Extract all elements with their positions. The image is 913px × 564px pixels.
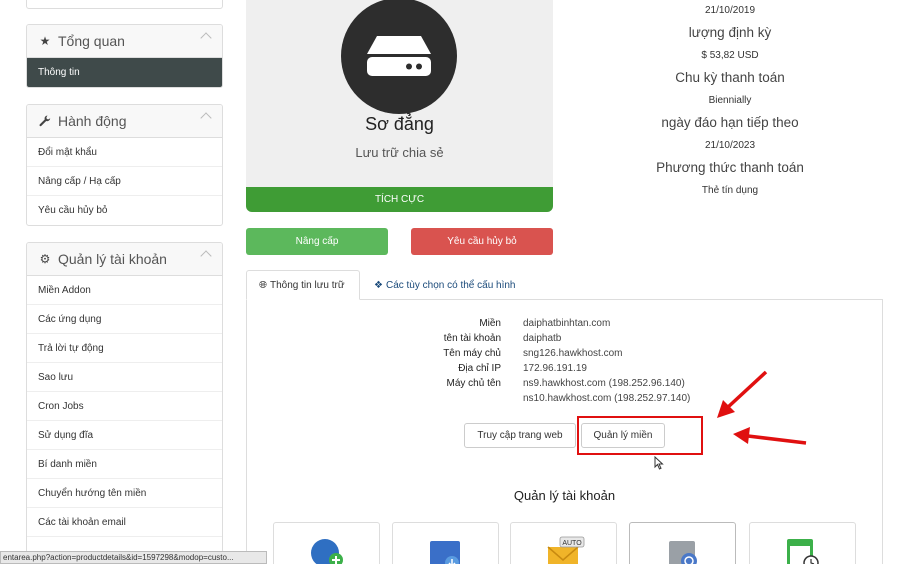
tile-addon-domains[interactable] xyxy=(273,522,380,564)
sidebar-overview-title: Tổng quan xyxy=(58,33,125,49)
sidebar-item-disk-usage[interactable]: Sử dụng đĩa xyxy=(27,421,222,450)
username-value: daiphatb xyxy=(523,333,562,344)
billing-cycle-value: Biennially xyxy=(708,95,752,106)
next-due-date-label: ngày đáo hạn tiếp theo xyxy=(661,115,799,130)
nameserver-1: ns9.hawkhost.com (198.252.96.140) xyxy=(523,378,685,389)
browser-status-url: entarea.php?action=productdetails&id=159… xyxy=(0,551,267,564)
ip-address-value: 172.96.191.19 xyxy=(523,363,587,374)
chevron-up-icon[interactable] xyxy=(200,250,212,262)
product-icon-circle xyxy=(341,0,457,114)
envelope-auto-icon: AUTO xyxy=(547,536,585,564)
visit-website-button[interactable]: Truy cập trang web xyxy=(464,423,576,448)
product-card: Sơ đẳng Lưu trữ chia sẻ TÍCH CỰC xyxy=(246,0,553,212)
hard-drive-icon xyxy=(367,36,431,76)
sidebar-account-panel: ⚙ Quản lý tài khoản Miền Addon Các ứng d… xyxy=(26,242,223,564)
registration-date: 21/10/2019 xyxy=(704,5,756,16)
chevron-up-icon[interactable] xyxy=(200,32,212,44)
billing-cycle-label: Chu kỳ thanh toán xyxy=(675,70,785,85)
chevron-up-icon[interactable] xyxy=(200,112,212,124)
calendar-clock-icon xyxy=(787,539,819,564)
next-due-date-value: 21/10/2023 xyxy=(704,140,756,151)
highlight-box xyxy=(577,416,703,455)
sidebar-top-panel xyxy=(26,0,223,9)
status-badge: TÍCH CỰC xyxy=(246,187,553,212)
gear-icon: ⚙ xyxy=(39,252,51,266)
recurring-amount-label: lượng định kỳ xyxy=(688,25,772,40)
server-name-value: sng126.hawkhost.com xyxy=(523,348,623,359)
domain-label: Miền xyxy=(479,318,501,329)
sidebar-item-apps[interactable]: Các ứng dụng xyxy=(27,305,222,334)
tab-configurable-options-label: Các tùy chọn có thể cấu hình xyxy=(385,279,516,291)
sidebar-item-cancel[interactable]: Yêu cầu hủy bỏ xyxy=(27,196,222,225)
sidebar-item-backup[interactable]: Sao lưu xyxy=(27,363,222,392)
tab-hosting-info[interactable]: 🌐︎ Thông tin lưu trữ xyxy=(246,270,360,300)
product-group: Lưu trữ chia sẻ xyxy=(355,145,444,160)
ip-address-label: Địa chỉ IP xyxy=(458,363,501,374)
mouse-cursor-icon xyxy=(654,456,664,470)
account-management-title: Quản lý tài khoản xyxy=(513,488,616,503)
cubes-icon: ❖ xyxy=(374,279,383,291)
folder-download-icon xyxy=(430,541,460,564)
tile-autoresponders[interactable]: AUTO xyxy=(510,522,617,564)
tab-hosting-info-label: Thông tin lưu trữ xyxy=(270,279,345,291)
tile-applications[interactable] xyxy=(392,522,499,564)
sidebar-account-header[interactable]: ⚙ Quản lý tài khoản xyxy=(27,243,222,276)
cancel-request-button[interactable]: Yêu cầu hủy bỏ xyxy=(411,228,553,255)
sidebar-item-cron-jobs[interactable]: Cron Jobs xyxy=(27,392,222,421)
sidebar-overview-panel: ★ Tổng quan Thông tin xyxy=(26,24,223,88)
sidebar-actions-header[interactable]: Hành động xyxy=(27,105,222,138)
sidebar-item-change-password[interactable]: Đổi mật khẩu xyxy=(27,138,222,167)
payment-method-label: Phương thức thanh toán xyxy=(656,160,804,175)
sidebar-actions-title: Hành động xyxy=(58,113,127,129)
wrench-icon xyxy=(38,115,52,127)
server-name-label: Tên máy chủ xyxy=(443,348,501,359)
tab-configurable-options[interactable]: ❖ Các tùy chọn có thể cấu hình xyxy=(374,270,516,300)
sidebar-account-title: Quản lý tài khoản xyxy=(58,251,167,267)
sidebar-item-upgrade[interactable]: Nâng cấp / Hạ cấp xyxy=(27,167,222,196)
nameservers-label: Máy chủ tên xyxy=(446,378,501,389)
disk-restore-icon xyxy=(669,541,697,564)
sidebar-overview-header[interactable]: ★ Tổng quan xyxy=(27,25,222,58)
sidebar-item-domain-redirects[interactable]: Chuyển hướng tên miền xyxy=(27,479,222,508)
svg-text:AUTO: AUTO xyxy=(562,540,582,547)
sidebar-item-addon-domains[interactable]: Miền Addon xyxy=(27,276,222,305)
upgrade-button[interactable]: Nâng cấp xyxy=(246,228,388,255)
recurring-amount-value: $ 53,82 USD xyxy=(701,50,759,61)
sidebar-item-info[interactable]: Thông tin xyxy=(27,58,222,87)
domain-value: daiphatbinhtan.com xyxy=(523,318,611,329)
product-name: Sơ đẳng xyxy=(365,114,434,134)
tile-cron-jobs[interactable] xyxy=(749,522,856,564)
globe-icon: 🌐︎ xyxy=(259,279,267,291)
nameserver-2: ns10.hawkhost.com (198.252.97.140) xyxy=(523,393,691,404)
sidebar-item-email-accounts[interactable]: Các tài khoản email xyxy=(27,508,222,537)
sidebar-actions-panel: Hành động Đổi mật khẩu Nâng cấp / Hạ cấp… xyxy=(26,104,223,226)
sidebar-item-domain-aliases[interactable]: Bí danh miền xyxy=(27,450,222,479)
payment-method-value: Thẻ tín dụng xyxy=(701,185,759,196)
sidebar-item-autoresponders[interactable]: Trả lời tự động xyxy=(27,334,222,363)
star-icon: ★ xyxy=(39,34,51,48)
tile-backup[interactable] xyxy=(629,522,736,564)
username-label: tên tài khoản xyxy=(443,333,501,344)
globe-plus-icon xyxy=(311,539,343,564)
